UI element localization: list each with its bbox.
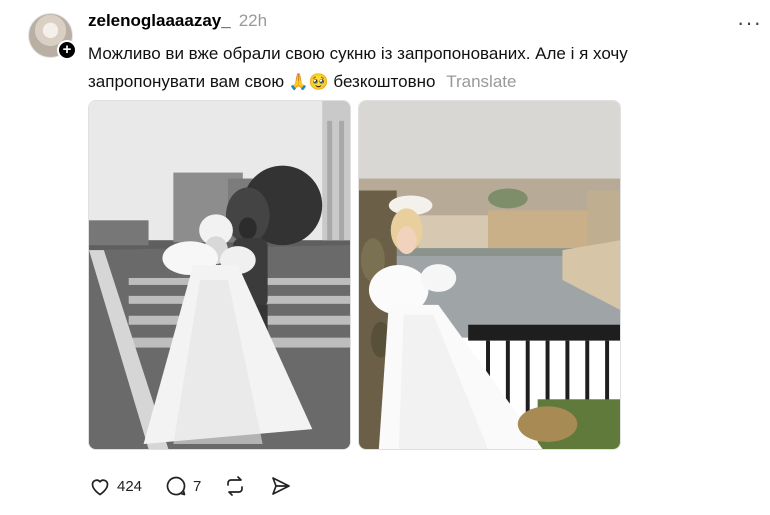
caption-tail: безкоштовно — [333, 72, 436, 91]
more-options-icon[interactable]: ··· — [737, 10, 762, 36]
comment-icon — [166, 476, 186, 496]
caption-emoji: 🙏🥹 — [288, 74, 329, 91]
username[interactable]: zelenoglaaaazay_ — [88, 11, 231, 31]
send-icon — [272, 477, 291, 495]
wedding-photo-color-embankment[interactable] — [358, 100, 621, 450]
follow-plus-icon[interactable]: + — [57, 40, 77, 60]
like-count: 424 — [117, 477, 143, 495]
share-button[interactable] — [269, 474, 293, 498]
translate-link[interactable]: Translate — [446, 72, 516, 91]
heart-icon — [91, 479, 109, 496]
like-button[interactable]: 424 — [88, 474, 142, 498]
comment-count: 7 — [193, 477, 202, 495]
post-time[interactable]: 22h — [239, 11, 267, 31]
post-actions: 424 7 — [88, 474, 315, 498]
wedding-photo-bw-street[interactable] — [88, 100, 351, 450]
post-header: zelenoglaaaazay_ 22h — [88, 11, 267, 33]
post-caption: Можливо ви вже обрали свою сукню із запр… — [88, 40, 738, 97]
avatar-container[interactable]: + — [28, 13, 77, 60]
repost-button[interactable] — [223, 474, 247, 498]
thread-post: + zelenoglaaaazay_ 22h ··· Можливо ви вж… — [0, 0, 770, 515]
comment-button[interactable]: 7 — [164, 474, 201, 498]
repost-icon — [227, 476, 244, 496]
